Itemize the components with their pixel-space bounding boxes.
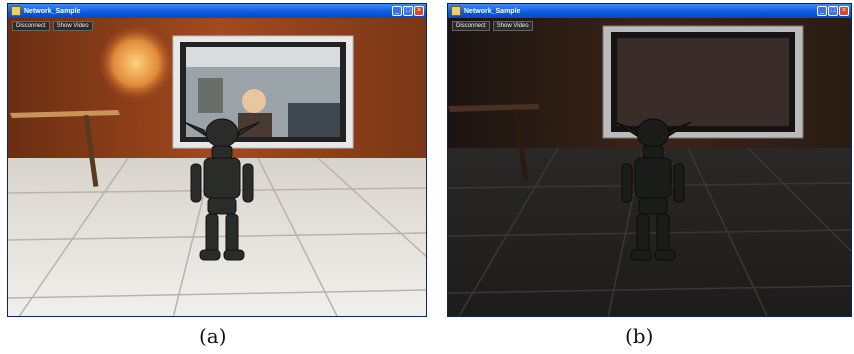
caption-a: (a) xyxy=(199,324,227,348)
title-bar[interactable]: Network_Sample _ □ × xyxy=(448,4,851,18)
maximize-button[interactable]: □ xyxy=(828,6,838,16)
minimize-button[interactable]: _ xyxy=(817,6,827,16)
scene-render xyxy=(448,18,851,316)
close-button[interactable]: × xyxy=(839,6,849,16)
window-title: Network_Sample xyxy=(464,7,521,15)
caption-b: (b) xyxy=(625,324,654,348)
app-window-b: Network_Sample _ □ × Disconnect Show Vid… xyxy=(447,3,852,317)
close-button[interactable]: × xyxy=(414,6,424,16)
maximize-button[interactable]: □ xyxy=(403,6,413,16)
window-title: Network_Sample xyxy=(24,7,81,15)
3d-viewport[interactable]: Disconnect Show Video xyxy=(448,18,851,316)
scene-render xyxy=(8,18,426,316)
app-icon xyxy=(11,6,21,16)
window-frame: Network_Sample _ □ × Disconnect Show Vid… xyxy=(447,3,852,317)
app-window-a: Network_Sample _ □ × Disconnect Show Vid… xyxy=(7,3,427,317)
app-icon xyxy=(451,6,461,16)
title-bar[interactable]: Network_Sample _ □ × xyxy=(8,4,426,18)
show-video-button[interactable]: Show Video xyxy=(52,21,93,31)
window-frame: Network_Sample _ □ × Disconnect Show Vid… xyxy=(7,3,427,317)
disconnect-button[interactable]: Disconnect xyxy=(12,21,50,31)
show-video-button[interactable]: Show Video xyxy=(492,21,533,31)
3d-viewport[interactable]: Disconnect Show Video xyxy=(8,18,426,316)
disconnect-button[interactable]: Disconnect xyxy=(452,21,490,31)
minimize-button[interactable]: _ xyxy=(392,6,402,16)
